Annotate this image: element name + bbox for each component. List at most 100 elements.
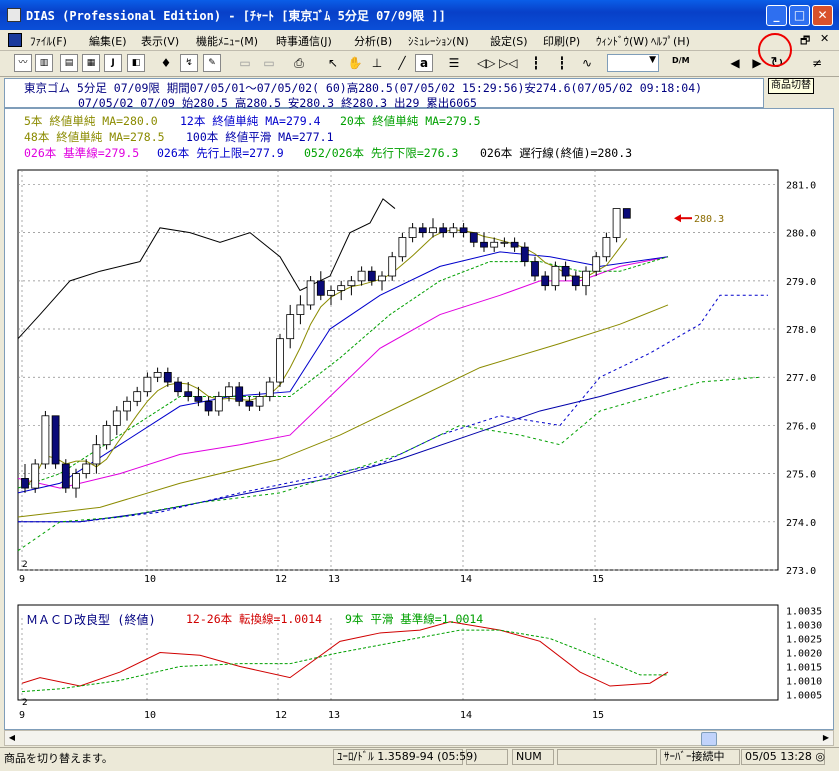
- price-axis-label: 278.0: [786, 325, 816, 336]
- price-plot-frame: [17, 169, 779, 571]
- candle-body: [622, 208, 631, 219]
- candle-body: [306, 280, 315, 306]
- candle-body: [449, 227, 458, 234]
- candle-body: [255, 396, 264, 407]
- macd-x-axis-label: 10: [144, 710, 156, 721]
- macd-x-axis-label: 9: [19, 710, 25, 721]
- chikou-line: [17, 198, 396, 340]
- candle-body: [469, 232, 478, 243]
- macd-x-axis-label: 12: [275, 710, 287, 721]
- status-message: 商品を切り替えます。: [4, 752, 113, 765]
- candle-body: [490, 241, 499, 248]
- macd-line: [21, 621, 669, 687]
- candle-body: [398, 237, 407, 258]
- horizontal-scrollbar[interactable]: ◀ ▶: [4, 730, 834, 746]
- candle-body: [327, 290, 335, 296]
- candle-body: [61, 463, 70, 489]
- status-pane-blank: [466, 749, 508, 765]
- price-axis-label: 280.0: [786, 229, 816, 240]
- ma100-line: [18, 376, 669, 523]
- candle-body: [265, 381, 274, 397]
- candle-body: [82, 463, 91, 475]
- scroll-right-icon[interactable]: ▶: [819, 731, 833, 745]
- candle-body: [276, 338, 284, 383]
- macd-axis-label: 1.0010: [786, 676, 822, 687]
- candle-body: [102, 425, 111, 446]
- price-chart-svg: 281.0 280.0 279.0 278.0 277.0 276.0 275.0 274.0…: [17, 169, 822, 721]
- price-axis-label: 273.0: [786, 566, 816, 577]
- kijun-line: [17, 256, 669, 489]
- x-axis-label: 12: [275, 574, 287, 585]
- candle-body: [388, 256, 397, 277]
- macd-signal-legend: 9本 平滑 基準線=1.0014: [345, 612, 484, 626]
- candle-body: [571, 275, 580, 287]
- candle-body: [480, 241, 488, 248]
- macd-axis-label: 1.0030: [786, 621, 822, 632]
- candle-body: [143, 376, 152, 393]
- macd-title: ＭＡＣＤ改良型 (終値): [26, 613, 156, 627]
- x-axis-label: 15: [592, 574, 604, 585]
- candle-body: [531, 261, 539, 277]
- candle-body: [459, 227, 468, 234]
- candle-body: [123, 400, 131, 412]
- macd-signal-line: [21, 629, 668, 693]
- scroll-thumb[interactable]: [701, 732, 717, 746]
- candle-body: [418, 227, 427, 234]
- last-price-label: 280.3: [694, 214, 724, 225]
- candle-body: [174, 381, 182, 393]
- price-axis-label: 281.0: [786, 180, 816, 191]
- price-axis-label: 275.0: [786, 470, 816, 481]
- candle-body: [612, 208, 621, 238]
- candle-body: [439, 227, 448, 234]
- candle-body: [153, 372, 162, 378]
- candle-body: [31, 463, 40, 489]
- price-arrow-head: [674, 214, 681, 223]
- candle-body: [194, 396, 203, 402]
- candle-body: [184, 391, 193, 397]
- candle-body: [21, 478, 29, 489]
- price-axis-label: 274.0: [786, 518, 816, 529]
- corner-label: 2: [22, 560, 28, 570]
- macd-x-axis-label: 14: [460, 710, 472, 721]
- price-axis-label: 277.0: [786, 373, 816, 384]
- macd-axis-label: 1.0005: [786, 690, 822, 701]
- candle-body: [235, 386, 244, 402]
- candle-body: [582, 270, 590, 287]
- status-num-lock: NUM: [512, 749, 554, 765]
- candle-body: [551, 265, 560, 287]
- x-axis-label: 9: [19, 574, 25, 585]
- candle-body: [112, 410, 121, 426]
- candle-body: [510, 241, 519, 248]
- macd-x-axis-label: 15: [592, 710, 604, 721]
- x-axis-label: 13: [328, 574, 340, 585]
- scroll-left-icon[interactable]: ◀: [5, 731, 19, 745]
- price-axis-label: 276.0: [786, 421, 816, 432]
- ma20-line: [17, 256, 669, 489]
- candle-body: [561, 265, 570, 277]
- candle-body: [541, 275, 550, 287]
- candle-body: [500, 241, 509, 244]
- candle-body: [408, 227, 417, 238]
- candle-body: [286, 314, 295, 340]
- candle-body: [429, 227, 437, 234]
- candle-body: [602, 237, 611, 258]
- macd-axis-label: 1.0020: [786, 649, 822, 660]
- candle-body: [296, 304, 305, 315]
- candle-body: [337, 285, 346, 291]
- candle-body: [316, 280, 325, 296]
- macd-axis-label: 1.0015: [786, 662, 822, 673]
- candle-body: [225, 386, 233, 397]
- x-axis-label: 10: [144, 574, 156, 585]
- candle-body: [92, 444, 101, 465]
- candle-body: [378, 275, 386, 282]
- candle-body: [204, 400, 213, 412]
- candle-body: [367, 270, 376, 282]
- macd-axis-label: 1.0025: [786, 635, 822, 646]
- macd-x-axis-label: 13: [328, 710, 340, 721]
- candle-body: [520, 246, 529, 262]
- price-axis-label: 279.0: [786, 277, 816, 288]
- candle-body: [592, 256, 601, 272]
- macd-axis-label: 1.0035: [786, 607, 822, 618]
- status-pane-empty: [557, 749, 657, 765]
- candle-body: [41, 415, 50, 465]
